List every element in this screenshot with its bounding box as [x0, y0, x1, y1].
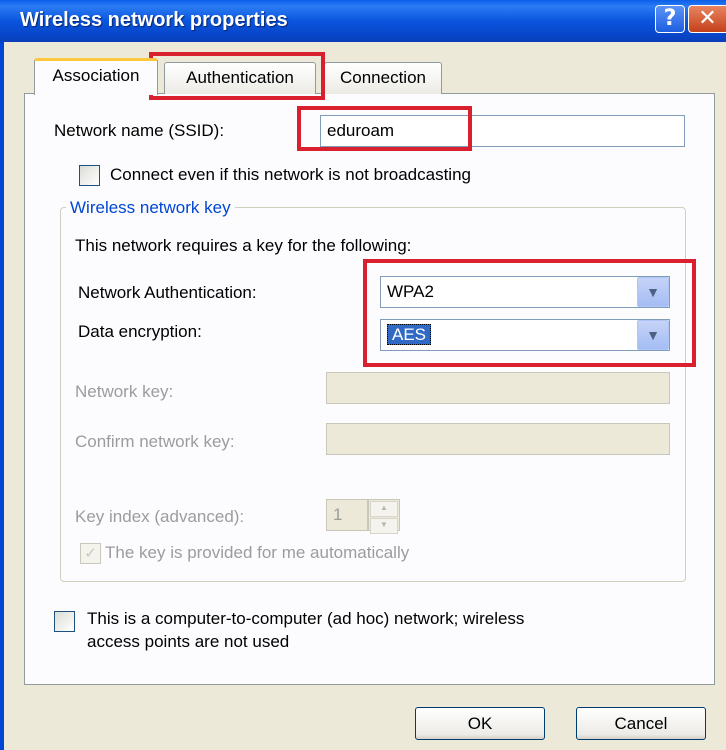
data-encryption-label: Data encryption: [78, 322, 202, 341]
key-index-input[interactable]: 1 [326, 499, 368, 531]
network-key-input[interactable] [326, 372, 670, 404]
wireless-key-group-legend: Wireless network key [66, 198, 235, 218]
highlight-box-security-settings [363, 259, 696, 367]
help-button[interactable]: ? [655, 5, 685, 33]
adhoc-label-line2: access points are not used [87, 632, 290, 651]
checkmark-icon: ✓ [84, 545, 97, 562]
auto-key-checkbox[interactable]: ✓ [80, 543, 101, 564]
highlight-box-authentication-tab [149, 52, 325, 100]
adhoc-label-line1: This is a computer-to-computer (ad hoc) … [87, 609, 525, 628]
help-icon: ? [663, 6, 677, 31]
spin-up-icon[interactable]: ▲ [370, 501, 398, 517]
confirm-network-key-input[interactable] [326, 423, 670, 455]
key-index-spinner[interactable]: ▲ ▼ [368, 499, 400, 534]
key-requirement-text: This network requires a key for the foll… [75, 236, 412, 255]
window-title: Wireless network properties [20, 9, 288, 31]
tab-connection[interactable]: Connection [324, 62, 442, 94]
key-index-label: Key index (advanced): [75, 507, 245, 526]
highlight-box-ssid [297, 106, 472, 151]
close-button[interactable]: ✕ [688, 5, 726, 33]
spin-down-icon[interactable]: ▼ [370, 518, 398, 534]
adhoc-checkbox[interactable] [54, 611, 75, 632]
tab-association[interactable]: Association [34, 58, 158, 95]
network-authentication-label: Network Authentication: [78, 283, 257, 302]
ssid-label: Network name (SSID): [54, 121, 225, 140]
network-key-label: Network key: [75, 382, 174, 401]
auto-key-label: The key is provided for me automatically [105, 543, 410, 562]
cancel-button[interactable]: Cancel [576, 707, 706, 740]
ok-button[interactable]: OK [415, 707, 545, 740]
title-bar[interactable]: Wireless network properties ? ✕ [0, 0, 726, 42]
close-icon: ✕ [698, 6, 717, 31]
connect-nonbroadcast-label: Connect even if this network is not broa… [110, 165, 471, 184]
connect-nonbroadcast-checkbox[interactable] [79, 165, 100, 186]
confirm-network-key-label: Confirm network key: [75, 432, 235, 451]
